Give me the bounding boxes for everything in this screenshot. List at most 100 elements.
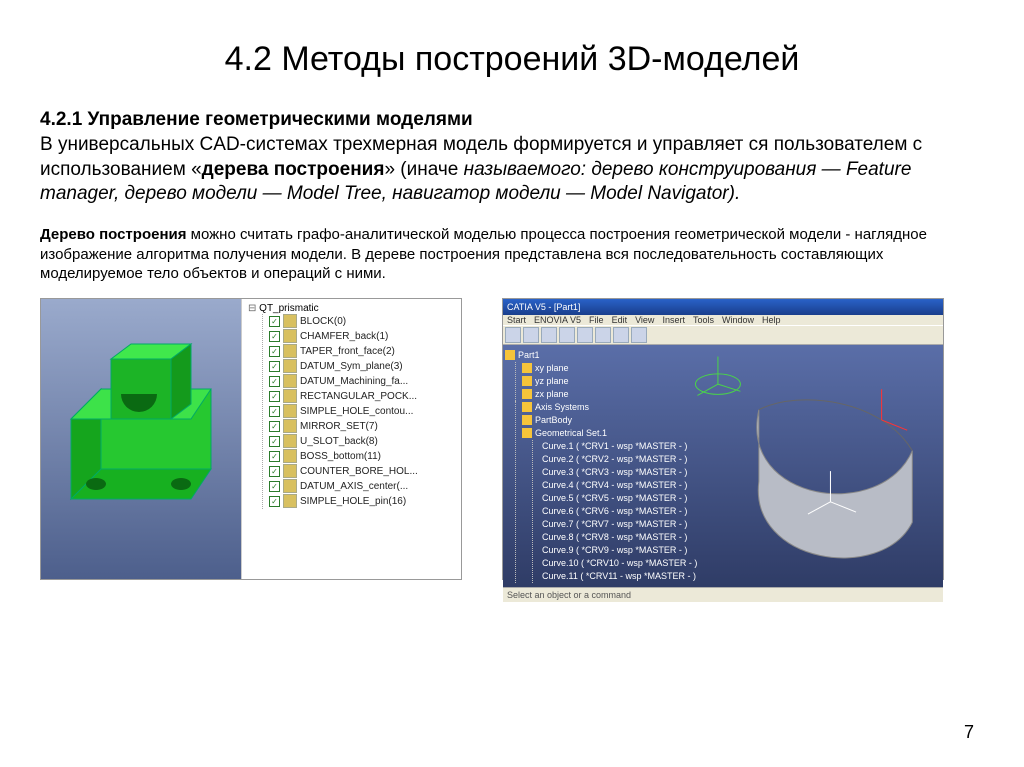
feature-icon [283, 359, 297, 373]
spec-tree-item[interactable]: Curve.5 ( *CRV5 - wsp *MASTER - ) [539, 492, 675, 505]
feature-icon [283, 329, 297, 343]
spec-tree-item[interactable]: yz plane [522, 375, 675, 388]
checkbox-icon[interactable]: ✓ [269, 466, 280, 477]
fig2-menubar: Start ENOVIA V5 File Edit View Insert Tools Win… [503, 315, 943, 325]
checkbox-icon[interactable]: ✓ [269, 376, 280, 387]
axis-icon [522, 402, 532, 412]
spec-tree-label: Curve.2 ( *CRV2 - wsp *MASTER - ) [542, 453, 687, 466]
tree-item[interactable]: ✓ SIMPLE_HOLE_pin(16) [269, 494, 459, 509]
checkbox-icon[interactable]: ✓ [269, 331, 280, 342]
menu-item[interactable]: Tools [693, 315, 714, 325]
menu-item[interactable]: Help [762, 315, 781, 325]
checkbox-icon[interactable]: ✓ [269, 481, 280, 492]
spec-tree-item[interactable]: Curve.7 ( *CRV7 - wsp *MASTER - ) [539, 518, 675, 531]
spec-tree-item[interactable]: xy plane [522, 362, 675, 375]
toolbar-button-icon[interactable] [505, 327, 521, 343]
feature-icon [283, 404, 297, 418]
spec-tree-label: Curve.6 ( *CRV6 - wsp *MASTER - ) [542, 505, 687, 518]
spec-tree-root[interactable]: Part1 [505, 349, 675, 362]
menu-item[interactable]: Start [507, 315, 526, 325]
toolbar-button-icon[interactable] [577, 327, 593, 343]
tree-item[interactable]: ✓COUNTER_BORE_HOL... [269, 464, 459, 479]
tree-item-label: BOSS_bottom(11) [300, 449, 381, 464]
toolbar-button-icon[interactable] [631, 327, 647, 343]
tree-item[interactable]: ✓ DATUM_Sym_plane(3) [269, 359, 459, 374]
menu-item[interactable]: Window [722, 315, 754, 325]
spec-tree-item[interactable]: Curve.8 ( *CRV8 - wsp *MASTER - ) [539, 531, 675, 544]
p1-text-b: » (иначе [384, 159, 463, 180]
tree-item[interactable]: ✓BLOCK(0) [269, 314, 459, 329]
p2-bold: Дерево построения [40, 226, 186, 243]
tree-item[interactable]: ✓DATUM_Machining_fa... [269, 374, 459, 389]
checkbox-icon[interactable]: ✓ [269, 361, 280, 372]
tree-item[interactable]: ✓ MIRROR_SET(7) [269, 419, 459, 434]
checkbox-icon[interactable]: ✓ [269, 406, 280, 417]
checkbox-icon[interactable]: ✓ [269, 316, 280, 327]
tree-item-label: TAPER_front_face(2) [300, 344, 395, 359]
tree-item[interactable]: ✓SIMPLE_HOLE_contou... [269, 404, 459, 419]
checkbox-icon[interactable]: ✓ [269, 421, 280, 432]
spec-tree-item[interactable]: Curve.1 ( *CRV1 - wsp *MASTER - ) [539, 440, 675, 453]
menu-item[interactable]: Edit [612, 315, 628, 325]
spec-tree-item[interactable]: Curve.4 ( *CRV4 - wsp *MASTER - ) [539, 479, 675, 492]
spec-tree-label: Curve.9 ( *CRV9 - wsp *MASTER - ) [542, 544, 687, 557]
tree-item-label: MIRROR_SET(7) [300, 419, 378, 434]
tree-item-label: DATUM_AXIS_center(... [300, 479, 408, 494]
checkbox-icon[interactable]: ✓ [269, 496, 280, 507]
tree-item-label: SIMPLE_HOLE_pin(16) [300, 494, 406, 509]
spec-tree-item[interactable]: PartBody [522, 414, 675, 427]
tree-item[interactable]: ✓ BOSS_bottom(11) [269, 449, 459, 464]
tree-root-label[interactable]: QT_prismatic [248, 303, 319, 314]
menu-item[interactable]: File [589, 315, 604, 325]
spec-tree-item[interactable]: Curve.6 ( *CRV6 - wsp *MASTER - ) [539, 505, 675, 518]
checkbox-icon[interactable]: ✓ [269, 451, 280, 462]
spec-tree-item[interactable]: Curve.9 ( *CRV9 - wsp *MASTER - ) [539, 544, 675, 557]
toolbar-button-icon[interactable] [559, 327, 575, 343]
spec-tree-label: Curve.1 ( *CRV1 - wsp *MASTER - ) [542, 440, 687, 453]
menu-item[interactable]: View [635, 315, 654, 325]
spec-tree-item[interactable]: Curve.11 ( *CRV11 - wsp *MASTER - ) [539, 570, 675, 583]
tree-item[interactable]: ✓U_SLOT_back(8) [269, 434, 459, 449]
fig2-3d-canvas [677, 345, 943, 587]
toolbar-button-icon[interactable] [523, 327, 539, 343]
fig2-titlebar: CATIA V5 - [Part1] [503, 299, 943, 315]
fig2-toolbar [503, 325, 943, 345]
toolbar-button-icon[interactable] [595, 327, 611, 343]
geomset-icon [522, 428, 532, 438]
tree-item-label: DATUM_Sym_plane(3) [300, 359, 403, 374]
checkbox-icon[interactable]: ✓ [269, 436, 280, 447]
spec-tree-label: PartBody [535, 414, 572, 427]
tree-item[interactable]: ✓ DATUM_AXIS_center(... [269, 479, 459, 494]
feature-icon [283, 419, 297, 433]
checkbox-icon[interactable]: ✓ [269, 346, 280, 357]
fig2-spec-tree: Part1 xy planeyz planezx plane Axis Syst… [503, 345, 677, 587]
spec-tree-label: Curve.8 ( *CRV8 - wsp *MASTER - ) [542, 531, 687, 544]
feature-icon [283, 479, 297, 493]
figure-2: CATIA V5 - [Part1] Start ENOVIA V5 File Edi… [502, 298, 944, 580]
figure-1: QT_prismatic ✓BLOCK(0)✓CHAMFER_back(1)✓T… [40, 298, 462, 580]
spec-tree-item[interactable]: Axis Systems [522, 401, 675, 414]
section-paragraph-2: Дерево построения можно считать графо-ан… [40, 225, 984, 284]
fig1-3d-viewport [41, 299, 241, 579]
toolbar-button-icon[interactable] [541, 327, 557, 343]
spec-tree-item[interactable]: zx plane [522, 388, 675, 401]
spec-tree-item[interactable]: Curve.10 ( *CRV10 - wsp *MASTER - ) [539, 557, 675, 570]
spec-tree-label: Curve.7 ( *CRV7 - wsp *MASTER - ) [542, 518, 687, 531]
spec-tree-item[interactable]: Curve.2 ( *CRV2 - wsp *MASTER - ) [539, 453, 675, 466]
menu-item[interactable]: ENOVIA V5 [534, 315, 581, 325]
toolbar-button-icon[interactable] [613, 327, 629, 343]
feature-icon [283, 434, 297, 448]
spec-tree-item[interactable]: Geometrical Set.1 [522, 427, 675, 440]
spec-tree-label: Curve.4 ( *CRV4 - wsp *MASTER - ) [542, 479, 687, 492]
body-icon [522, 415, 532, 425]
tree-item-label: CHAMFER_back(1) [300, 329, 388, 344]
checkbox-icon[interactable]: ✓ [269, 391, 280, 402]
spec-tree-item[interactable]: Curve.3 ( *CRV3 - wsp *MASTER - ) [539, 466, 675, 479]
menu-item[interactable]: Insert [662, 315, 685, 325]
spec-tree-label: zx plane [535, 388, 569, 401]
feature-icon [283, 344, 297, 358]
plane-icon [522, 363, 532, 373]
tree-item[interactable]: ✓ TAPER_front_face(2) [269, 344, 459, 359]
tree-item[interactable]: ✓ CHAMFER_back(1) [269, 329, 459, 344]
tree-item[interactable]: ✓RECTANGULAR_POCK... [269, 389, 459, 404]
